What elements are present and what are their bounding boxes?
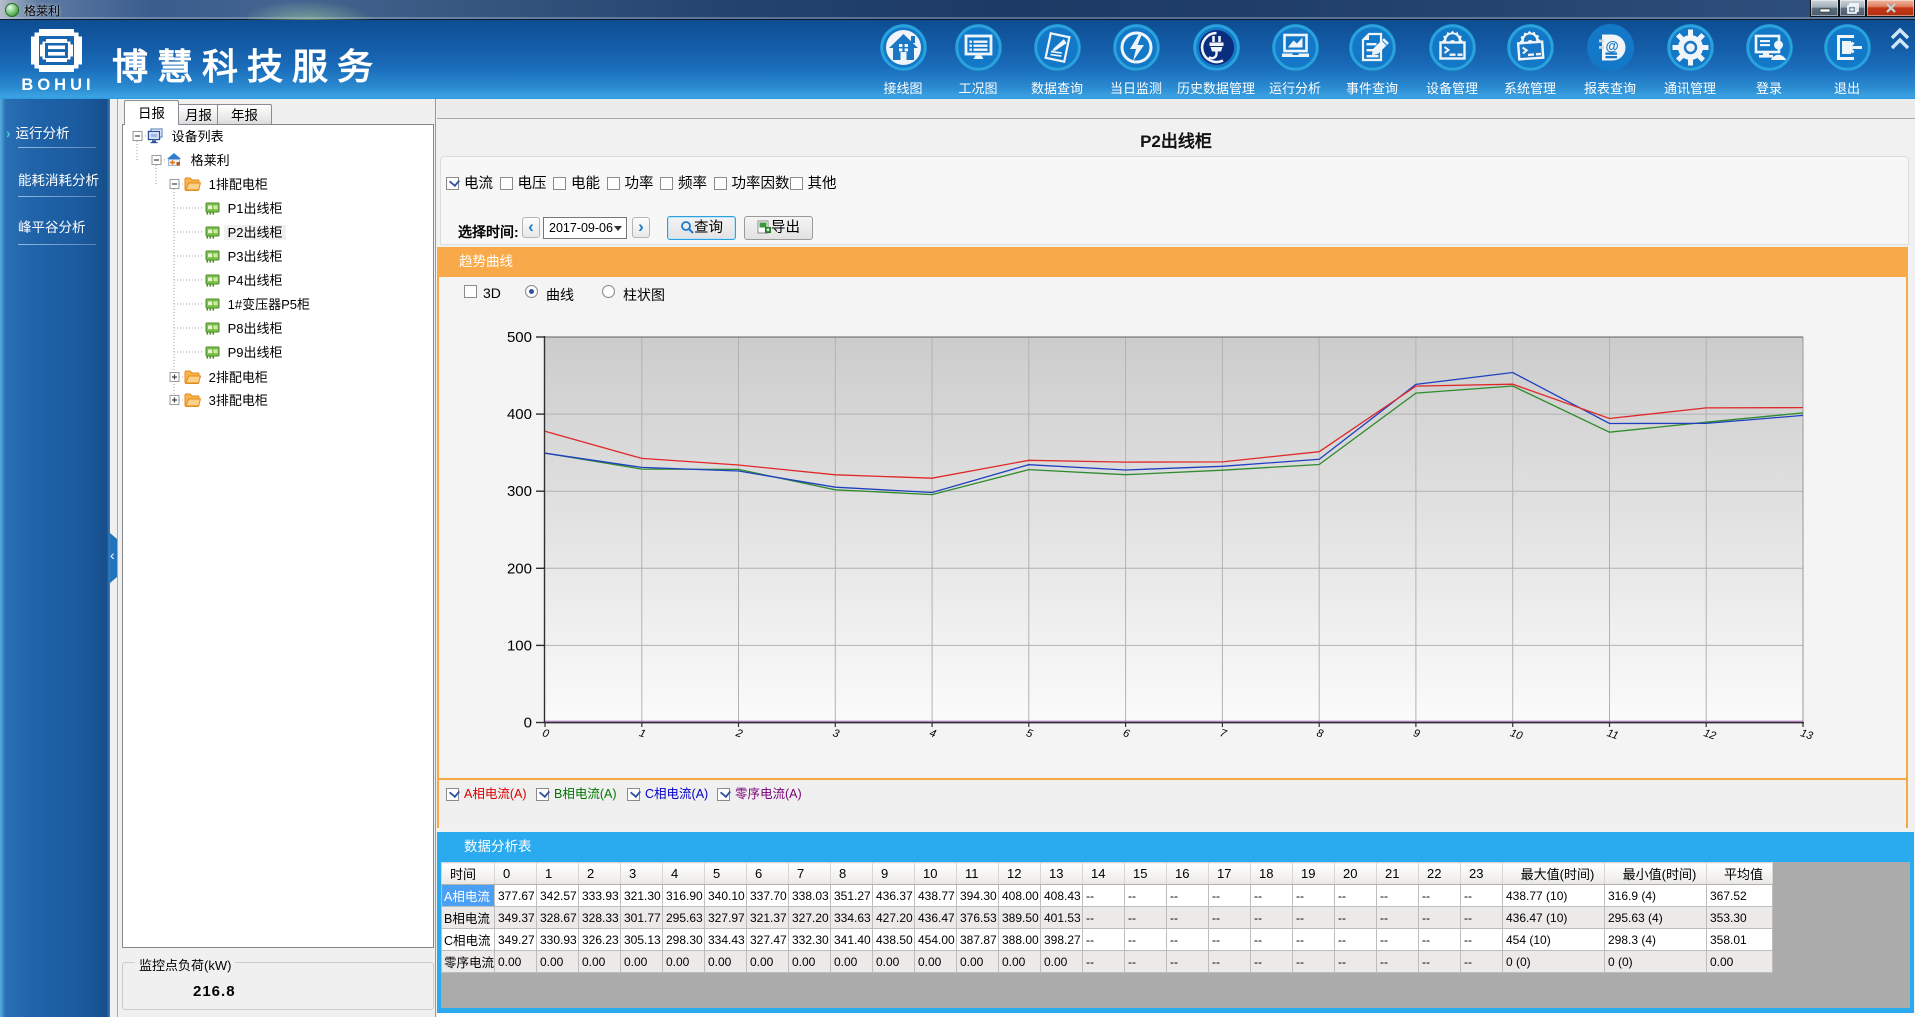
- svg-text:@: @: [1605, 39, 1618, 54]
- svg-text:3: 3: [831, 727, 841, 741]
- svg-text:10: 10: [1509, 727, 1525, 742]
- svg-text:7: 7: [1218, 727, 1228, 741]
- svg-text:500: 500: [507, 329, 532, 346]
- svg-text:1: 1: [638, 727, 648, 740]
- svg-text:2: 2: [733, 727, 743, 741]
- svg-text:400: 400: [507, 406, 532, 423]
- svg-text:13: 13: [1799, 727, 1815, 742]
- svg-text:8: 8: [1315, 727, 1325, 741]
- svg-text:5: 5: [1025, 727, 1035, 741]
- svg-text:9: 9: [1412, 727, 1422, 740]
- svg-text:12: 12: [1702, 727, 1717, 742]
- svg-text:0: 0: [541, 727, 551, 741]
- svg-text:100: 100: [507, 637, 532, 654]
- svg-text:0: 0: [524, 715, 532, 732]
- svg-text:4: 4: [928, 727, 938, 740]
- svg-text:200: 200: [507, 560, 532, 577]
- svg-text:6: 6: [1121, 727, 1131, 741]
- svg-text:300: 300: [507, 483, 532, 500]
- svg-text:11: 11: [1605, 727, 1620, 742]
